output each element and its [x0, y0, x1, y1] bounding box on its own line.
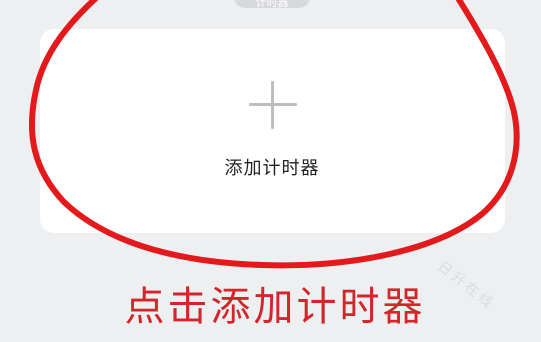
timer-tab-label: 计时器 — [255, 0, 289, 8]
plus-icon[interactable] — [249, 81, 297, 129]
timer-tab-chip[interactable]: 计时器 — [234, 0, 310, 8]
add-timer-label: 添加计时器 — [224, 158, 320, 179]
add-timer-card[interactable] — [40, 29, 505, 233]
instruction-caption: 点击添加计时器 — [124, 284, 426, 330]
